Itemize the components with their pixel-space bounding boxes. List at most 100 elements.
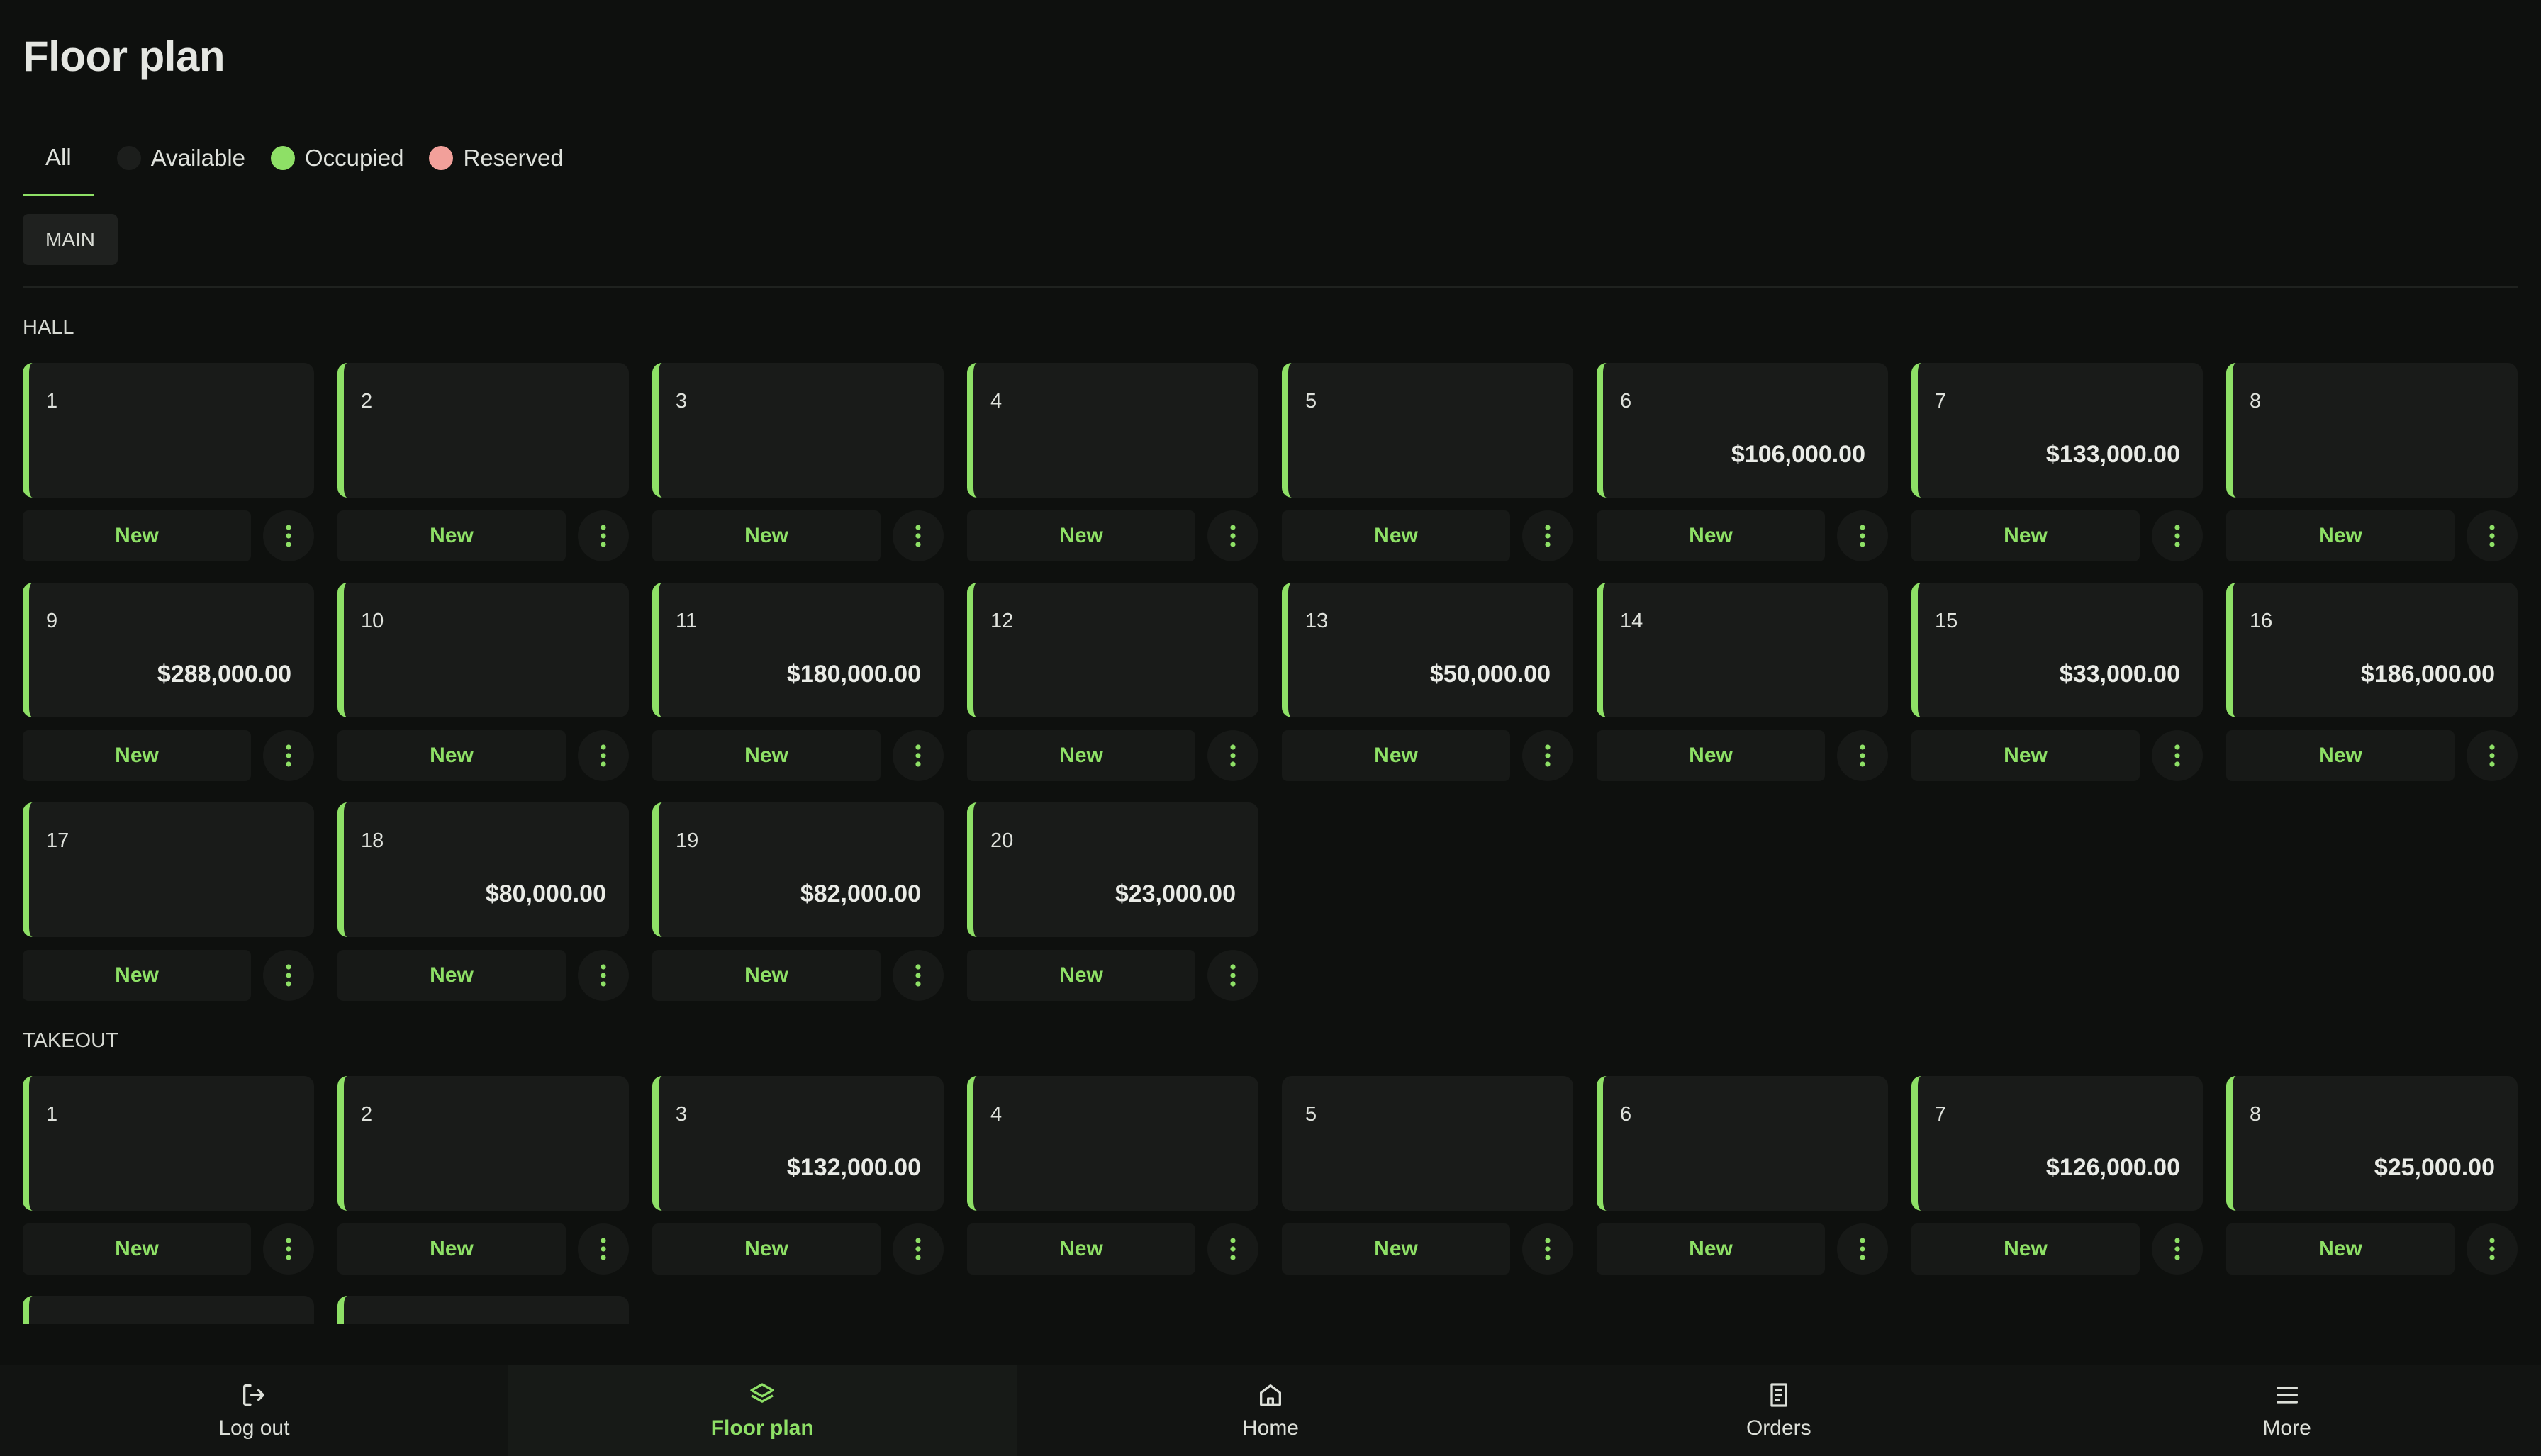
table-options-button[interactable] [2467,1223,2518,1275]
table-card[interactable]: 18 $80,000.00 [337,802,629,937]
table-card[interactable]: 9 $288,000.00 [23,583,314,717]
table-card[interactable]: 19 $82,000.00 [652,802,944,937]
table-number: 18 [361,829,384,852]
table-card[interactable]: 2 [337,1076,629,1211]
table-options-button[interactable] [1207,1223,1258,1275]
table-card-partial[interactable] [337,1296,629,1324]
nav-more[interactable]: More [2033,1365,2541,1456]
table-number: 9 [46,610,58,632]
filter-reserved[interactable]: Reserved [429,121,564,196]
new-order-button[interactable]: New [652,1223,881,1275]
new-order-button[interactable]: New [1911,730,2140,781]
table-actions: New [967,1223,1258,1275]
new-order-button[interactable]: New [652,510,881,561]
new-order-button[interactable]: New [337,1223,566,1275]
table-card-partial[interactable] [23,1296,314,1324]
table-card[interactable]: 8 [2226,363,2518,498]
table-options-button[interactable] [1207,950,1258,1001]
new-order-button[interactable]: New [2226,730,2455,781]
new-order-button[interactable]: New [23,510,251,561]
table-card[interactable]: 11 $180,000.00 [652,583,944,717]
table-options-button[interactable] [893,730,944,781]
new-order-button[interactable]: New [337,950,566,1001]
table-options-button[interactable] [893,950,944,1001]
table-card[interactable]: 10 [337,583,629,717]
new-order-button[interactable]: New [337,510,566,561]
table-options-button[interactable] [263,950,314,1001]
table-card[interactable]: 6 [1597,1076,1888,1211]
new-order-button[interactable]: New [652,950,881,1001]
new-order-button[interactable]: New [652,730,881,781]
table-options-button[interactable] [263,1223,314,1275]
table-options-button[interactable] [1522,510,1573,561]
new-order-button[interactable]: New [1911,1223,2140,1275]
table-options-button[interactable] [1837,510,1888,561]
new-order-button[interactable]: New [23,1223,251,1275]
new-order-button[interactable]: New [1911,510,2140,561]
table-card[interactable]: 1 [23,363,314,498]
table-options-button[interactable] [2152,730,2203,781]
new-order-button[interactable]: New [23,950,251,1001]
table-card[interactable]: 14 [1597,583,1888,717]
table-card[interactable]: 1 [23,1076,314,1211]
table-options-button[interactable] [263,730,314,781]
table-card[interactable]: 5 [1282,363,1573,498]
table-card[interactable]: 6 $106,000.00 [1597,363,1888,498]
new-order-button[interactable]: New [967,1223,1195,1275]
table-options-button[interactable] [578,730,629,781]
table-options-button[interactable] [263,510,314,561]
filter-available[interactable]: Available [116,121,245,196]
table-card[interactable]: 13 $50,000.00 [1282,583,1573,717]
table-options-button[interactable] [893,510,944,561]
table-card[interactable]: 2 [337,363,629,498]
filter-occupied[interactable]: Occupied [271,121,403,196]
table-options-button[interactable] [1837,730,1888,781]
nav-home[interactable]: Home [1017,1365,1525,1456]
table-options-button[interactable] [1207,510,1258,561]
table-options-button[interactable] [1522,1223,1573,1275]
table-card[interactable]: 4 [967,363,1258,498]
new-order-button[interactable]: New [1597,1223,1825,1275]
new-order-button[interactable]: New [1597,730,1825,781]
new-order-button[interactable]: New [1282,1223,1510,1275]
nav-floor-plan[interactable]: Floor plan [508,1365,1017,1456]
table-options-button[interactable] [2467,730,2518,781]
new-order-button[interactable]: New [23,730,251,781]
table-card[interactable]: 16 $186,000.00 [2226,583,2518,717]
table-options-button[interactable] [2152,510,2203,561]
new-order-button[interactable]: New [967,950,1195,1001]
filter-all[interactable]: All [23,121,94,196]
table-card[interactable]: 12 [967,583,1258,717]
more-vertical-icon [915,744,921,767]
table-card[interactable]: 5 [1282,1076,1573,1211]
table-options-button[interactable] [2152,1223,2203,1275]
new-order-button[interactable]: New [337,730,566,781]
new-order-button[interactable]: New [2226,1223,2455,1275]
new-order-button[interactable]: New [2226,510,2455,561]
nav-orders[interactable]: Orders [1524,1365,2033,1456]
table-options-button[interactable] [578,950,629,1001]
table-card[interactable]: 8 $25,000.00 [2226,1076,2518,1211]
table-card[interactable]: 3 $132,000.00 [652,1076,944,1211]
nav-log-out[interactable]: Log out [0,1365,508,1456]
table-card[interactable]: 7 $133,000.00 [1911,363,2203,498]
table-card[interactable]: 4 [967,1076,1258,1211]
table-options-button[interactable] [1837,1223,1888,1275]
table-card[interactable]: 20 $23,000.00 [967,802,1258,937]
table-card[interactable]: 7 $126,000.00 [1911,1076,2203,1211]
new-order-button[interactable]: New [1282,730,1510,781]
table-options-button[interactable] [1207,730,1258,781]
table-card[interactable]: 15 $33,000.00 [1911,583,2203,717]
section-main-button[interactable]: MAIN [23,214,118,265]
table-card[interactable]: 17 [23,802,314,937]
table-options-button[interactable] [893,1223,944,1275]
new-order-button[interactable]: New [967,730,1195,781]
table-options-button[interactable] [2467,510,2518,561]
new-order-button[interactable]: New [1597,510,1825,561]
table-options-button[interactable] [1522,730,1573,781]
new-order-button[interactable]: New [967,510,1195,561]
table-card[interactable]: 3 [652,363,944,498]
table-options-button[interactable] [578,1223,629,1275]
new-order-button[interactable]: New [1282,510,1510,561]
table-options-button[interactable] [578,510,629,561]
